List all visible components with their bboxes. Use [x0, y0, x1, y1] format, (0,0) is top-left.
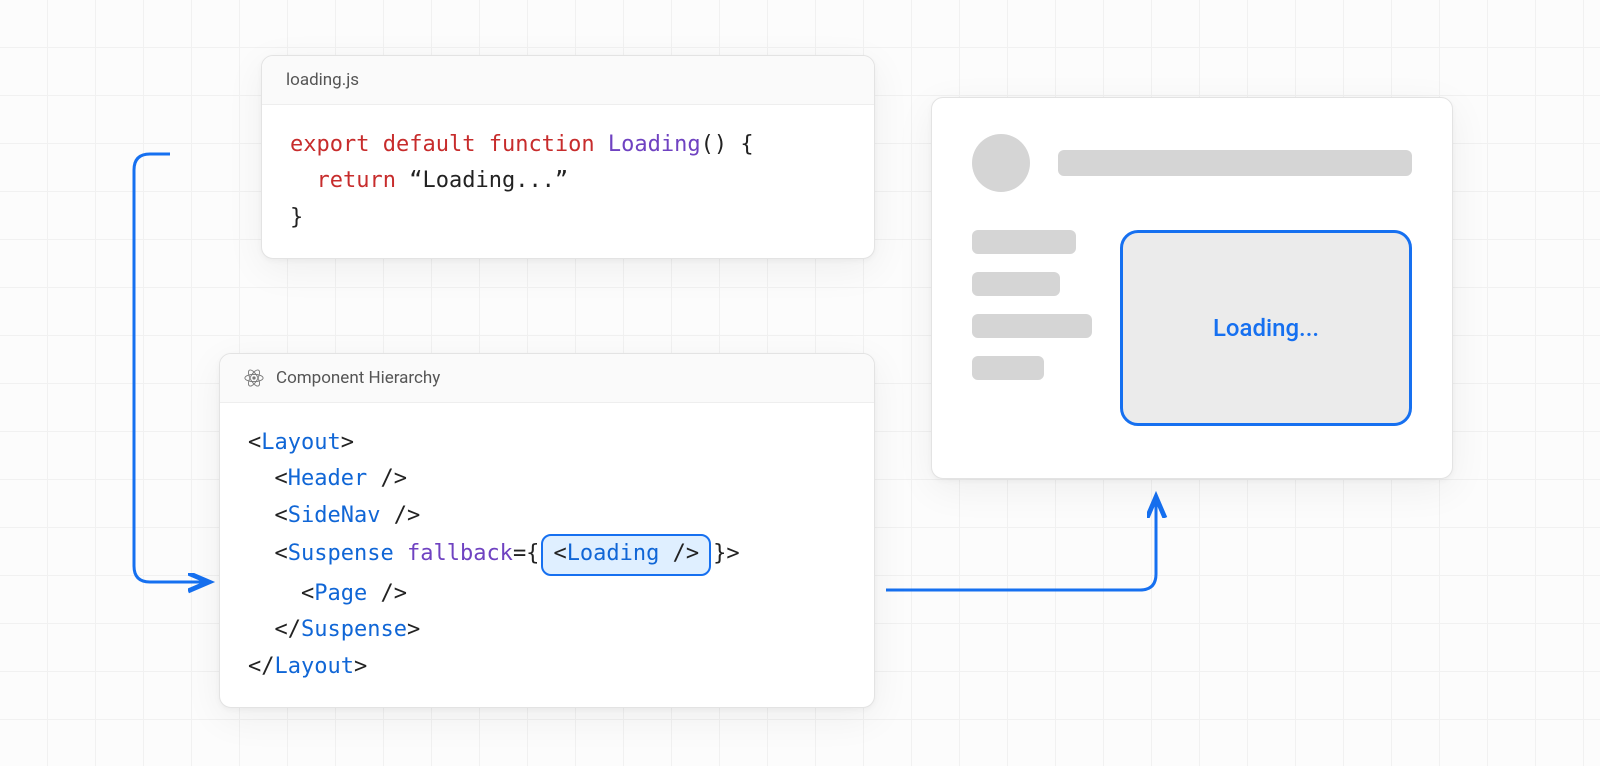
header-bar [1058, 150, 1412, 176]
hierarchy-panel-header: Component Hierarchy [220, 354, 874, 403]
hier-line-6: </Suspense> [248, 612, 846, 648]
hierarchy-title: Component Hierarchy [276, 368, 440, 388]
keyword-return: return [317, 168, 396, 193]
hier-line-3: <SideNav /> [248, 498, 846, 534]
sidenav-item [972, 314, 1092, 338]
code-line-3: } [290, 200, 846, 236]
hier-line-5: <Page /> [248, 576, 846, 612]
sidenav-item [972, 356, 1044, 380]
code-panel-header: loading.js [262, 56, 874, 105]
app-body: Loading... [972, 230, 1412, 426]
react-icon [244, 368, 264, 388]
code-line-2: return “Loading...” [290, 163, 846, 199]
code-filename: loading.js [286, 70, 359, 90]
loading-pill: <Loading /> [541, 534, 711, 576]
sidenav-item [972, 230, 1076, 254]
keyword-function: function [489, 132, 595, 157]
code-punct: () { [701, 132, 754, 157]
app-mock-panel: Loading... [931, 97, 1453, 479]
code-brace-close: } [290, 205, 303, 230]
string-literal: “Loading...” [409, 168, 568, 193]
loading-text: Loading... [1213, 314, 1319, 342]
loading-content: Loading... [1120, 230, 1412, 426]
avatar [972, 134, 1030, 192]
code-panel: loading.js export default function Loadi… [261, 55, 875, 259]
code-line-1: export default function Loading() { [290, 127, 846, 163]
hier-line-4: <Suspense fallback={<Loading />}> [248, 534, 846, 576]
code-panel-body: export default function Loading() { retu… [262, 105, 874, 258]
hier-line-7: </Layout> [248, 649, 846, 685]
sidenav-item [972, 272, 1060, 296]
app-header [972, 134, 1412, 192]
function-name: Loading [608, 132, 701, 157]
keyword-export: export [290, 132, 369, 157]
hier-line-2: <Header /> [248, 461, 846, 497]
sidebar [972, 230, 1092, 426]
hier-line-1: <Layout> [248, 425, 846, 461]
hierarchy-panel: Component Hierarchy <Layout> <Header /> … [219, 353, 875, 708]
keyword-default: default [383, 132, 476, 157]
hierarchy-panel-body: <Layout> <Header /> <SideNav /> <Suspens… [220, 403, 874, 707]
